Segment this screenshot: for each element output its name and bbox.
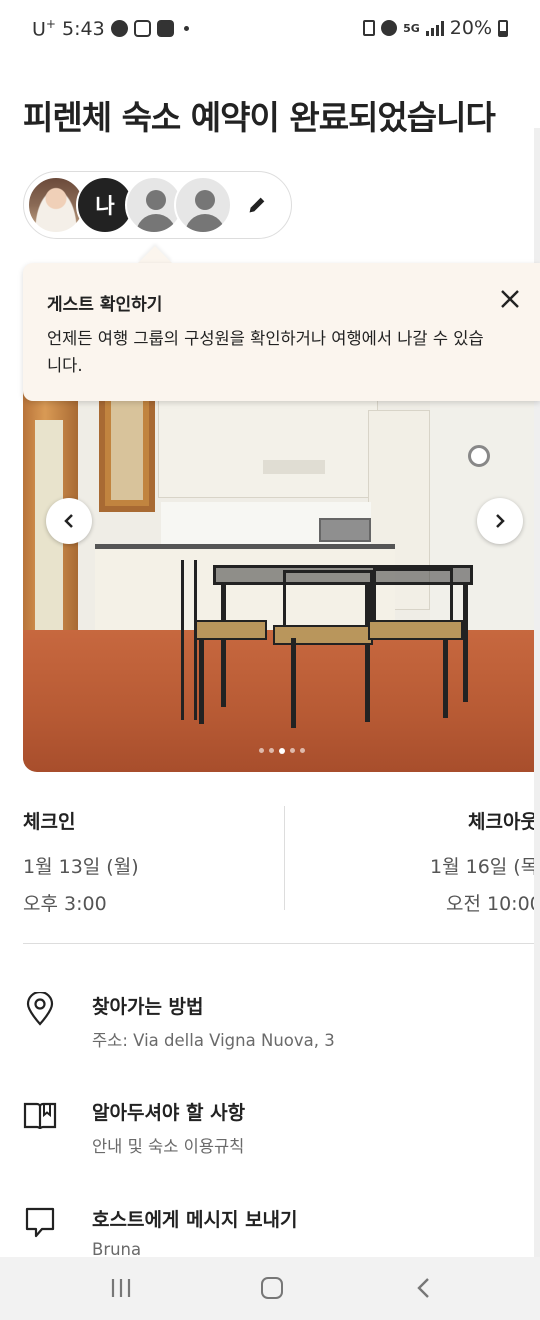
checkout-label: 체크아웃 (468, 811, 538, 833)
clock-time: 5:43 (61, 17, 105, 40)
home-icon[interactable] (261, 1277, 283, 1299)
house-rules-subtitle: 안내 및 숙소 이용규칙 (92, 1137, 245, 1156)
battery-percent: 20% (449, 17, 492, 39)
wall-clock (468, 445, 490, 467)
vertical-divider (284, 806, 285, 910)
tooltip-body: 언제든 여행 그룹의 구성원을 확인하거나 여행에서 나갈 수 있습니다. (47, 329, 484, 375)
section-divider (23, 943, 540, 944)
location-pin-icon (26, 992, 54, 1026)
status-bar-right: 5G 20% (363, 17, 508, 39)
message-host-title: 호스트에게 메시지 보내기 (92, 1209, 298, 1231)
battery-saver-icon (363, 20, 376, 36)
checkout-time: 오전 10:00 (446, 893, 540, 915)
carousel-page-dots (259, 748, 305, 754)
signal-icon (425, 20, 444, 36)
checkout-date: 1월 16일 (목) (430, 856, 540, 878)
battery-icon (498, 19, 508, 37)
directions-address: 주소: Via della Vigna Nuova, 3 (92, 1031, 335, 1050)
checkin-date: 1월 13일 (월) (23, 856, 139, 878)
network-type-label: 5G (403, 21, 420, 35)
guest-avatar-placeholder[interactable] (174, 176, 232, 234)
book-icon (23, 1102, 57, 1130)
recent-apps-icon[interactable] (110, 1278, 132, 1298)
status-bar: U+ 5:43 5G 20% (0, 0, 540, 58)
carousel-previous-button[interactable] (46, 498, 92, 544)
chevron-left-icon (64, 514, 73, 528)
checkin-time: 오후 3:00 (23, 893, 107, 915)
back-icon[interactable] (415, 1277, 431, 1299)
carrier-label: U+ (32, 17, 56, 41)
checkout-section: 체크아웃 1월 16일 (목) 오전 10:00 (430, 807, 540, 916)
carousel-next-button[interactable] (477, 498, 523, 544)
tooltip-title: 게스트 확인하기 (47, 295, 163, 315)
app-notification-icon (156, 20, 174, 38)
house-rules-title: 알아두셔야 할 사항 (92, 1102, 246, 1124)
message-icon (25, 1207, 55, 1238)
alarm-icon (381, 20, 398, 36)
guest-tooltip: 게스트 확인하기 언제든 여행 그룹의 구성원을 확인하거나 여행에서 나갈 수… (23, 263, 540, 401)
system-navigation-bar (0, 1257, 540, 1320)
instagram-notification-icon (133, 20, 151, 38)
more-notifications-icon (183, 26, 189, 32)
checkin-section: 체크인 1월 13일 (월) 오후 3:00 (23, 807, 139, 916)
checkin-label: 체크인 (23, 811, 76, 833)
guest-list-button[interactable]: 나 (23, 171, 292, 239)
chrome-notification-icon (110, 20, 128, 38)
pencil-icon[interactable] (246, 194, 268, 216)
directions-title: 찾아가는 방법 (92, 996, 204, 1018)
status-bar-left: U+ 5:43 (32, 17, 189, 40)
page-title: 피렌체 숙소 예약이 완료되었습니다 (23, 98, 496, 137)
chevron-right-icon (496, 514, 505, 528)
close-icon[interactable] (498, 287, 522, 311)
